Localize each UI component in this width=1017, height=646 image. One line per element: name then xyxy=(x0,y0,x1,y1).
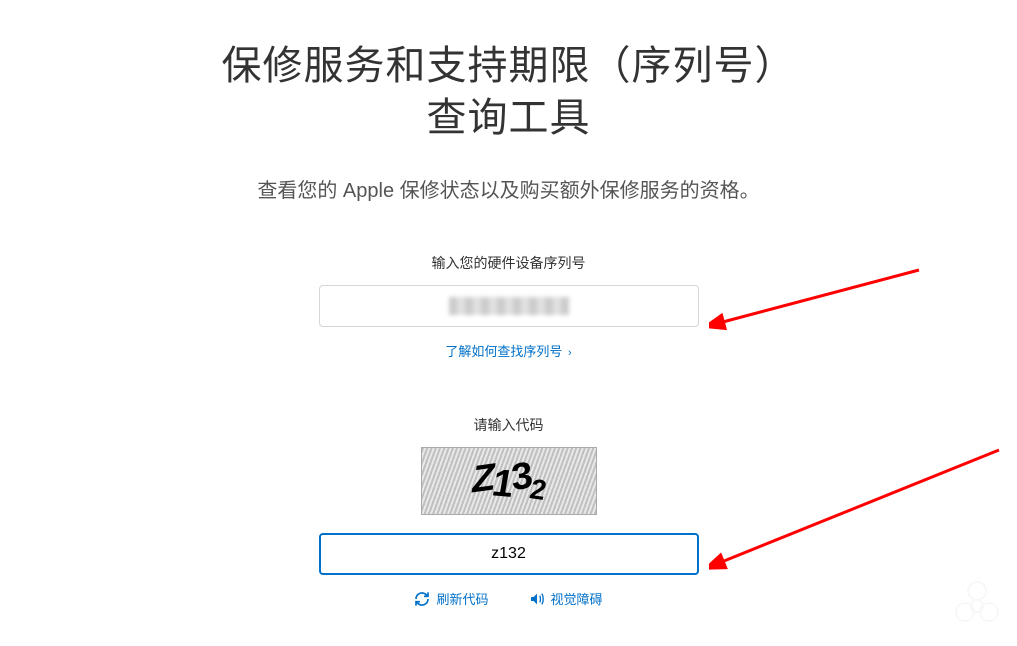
captcha-text: Z132 xyxy=(470,460,547,503)
audio-icon xyxy=(529,591,545,607)
watermark-icon xyxy=(947,576,1007,641)
refresh-label: 刷新代码 xyxy=(436,589,488,608)
refresh-icon xyxy=(414,591,430,607)
captcha-input[interactable] xyxy=(319,533,699,575)
chevron-right-icon: › xyxy=(568,347,572,359)
serial-blurred-value xyxy=(449,297,569,315)
find-serial-label: 了解如何查找序列号 xyxy=(445,344,562,359)
serial-input-label: 输入您的硬件设备序列号 xyxy=(432,253,586,273)
audio-label: 视觉障碍 xyxy=(551,589,603,608)
page-title: 保修服务和支持期限（序列号） 查询工具 xyxy=(222,40,796,144)
refresh-captcha-link[interactable]: 刷新代码 xyxy=(414,589,488,608)
serial-number-section: 输入您的硬件设备序列号 了解如何查找序列号 › xyxy=(319,253,699,360)
serial-input[interactable] xyxy=(319,285,699,327)
annotation-arrow-1 xyxy=(709,265,929,355)
page-subtitle: 查看您的 Apple 保修状态以及购买额外保修服务的资格。 xyxy=(257,174,759,203)
audio-captcha-link[interactable]: 视觉障碍 xyxy=(529,589,603,608)
find-serial-link[interactable]: 了解如何查找序列号 › xyxy=(445,341,571,360)
captcha-links-row: 刷新代码 视觉障碍 xyxy=(414,589,602,608)
annotation-arrow-2 xyxy=(709,445,1009,585)
captcha-label: 请输入代码 xyxy=(474,415,544,435)
title-line-2: 查询工具 xyxy=(427,96,591,140)
captcha-section: 请输入代码 Z132 刷新代码 xyxy=(319,415,699,608)
captcha-image: Z132 xyxy=(421,447,597,515)
title-line-1: 保修服务和支持期限（序列号） xyxy=(222,44,796,88)
